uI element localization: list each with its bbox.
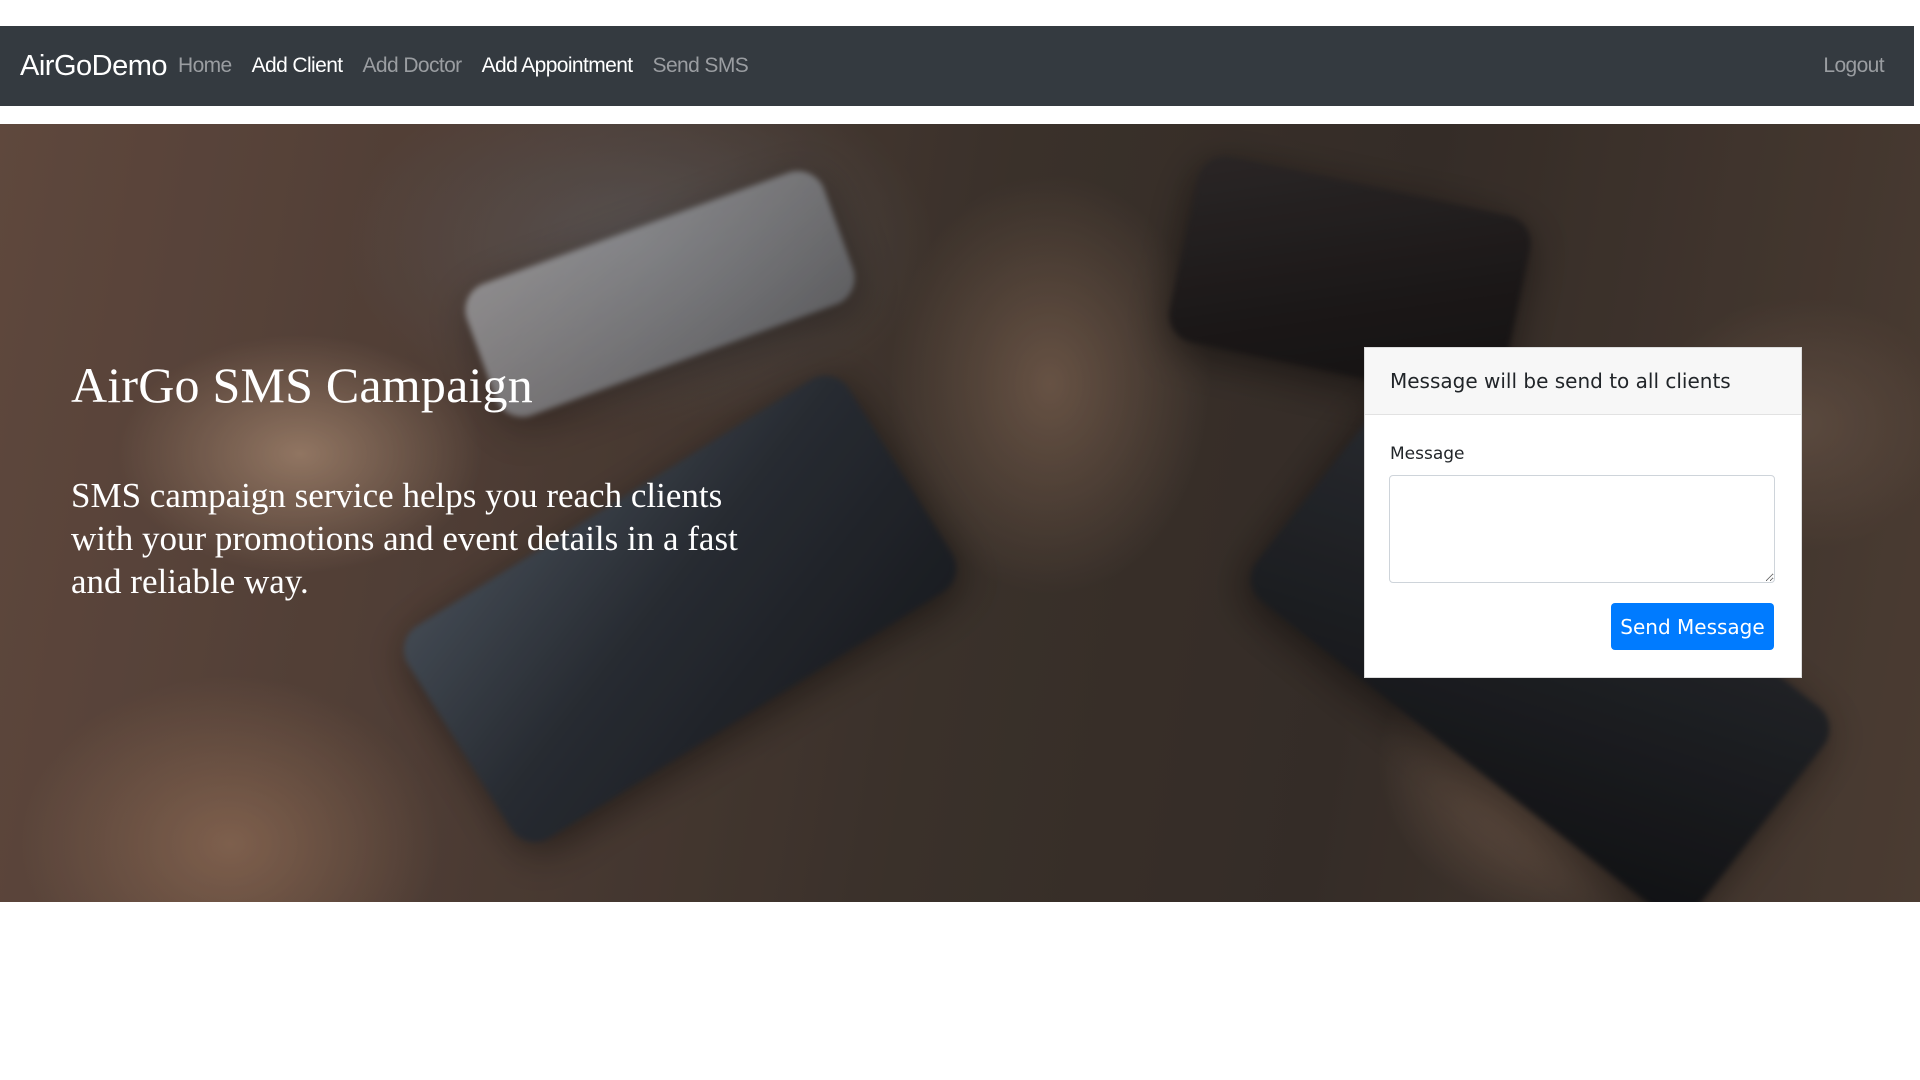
nav-add-doctor[interactable]: Add Doctor — [363, 54, 463, 78]
nav-add-client[interactable]: Add Client — [252, 54, 343, 78]
nav-links: Home Add Client Add Doctor Add Appointme… — [178, 26, 768, 106]
message-label: Message — [1390, 444, 1465, 464]
send-message-button[interactable]: Send Message — [1611, 603, 1774, 650]
brand-logo[interactable]: AirGoDemo — [20, 26, 168, 106]
nav-add-appointment[interactable]: Add Appointment — [482, 54, 634, 78]
nav-home[interactable]: Home — [178, 54, 232, 78]
hero-description: SMS campaign service helps you reach cli… — [71, 476, 738, 601]
logout-link[interactable]: Logout — [1823, 26, 1884, 106]
nav-send-sms[interactable]: Send SMS — [653, 54, 749, 78]
message-textarea[interactable] — [1389, 475, 1775, 583]
top-navbar: AirGoDemo Home Add Client Add Doctor Add… — [0, 26, 1914, 106]
hero-title: AirGo SMS Campaign — [71, 357, 533, 413]
sms-card-header: Message will be send to all clients — [1365, 348, 1801, 415]
